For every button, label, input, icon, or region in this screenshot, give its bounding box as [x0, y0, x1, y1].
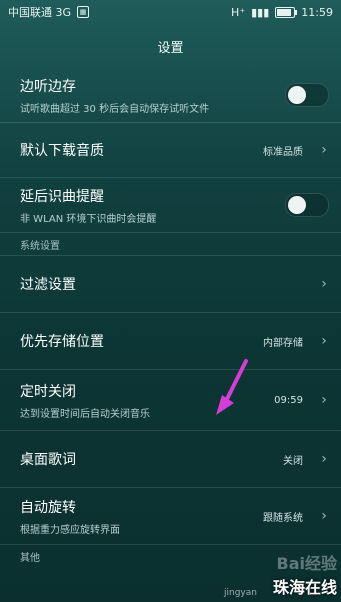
- chevron-right-icon: ›: [321, 508, 327, 524]
- setting-label: 延后识曲提醒: [20, 188, 104, 205]
- clock: 11:59: [301, 5, 333, 19]
- setting-label: 自动旋转: [20, 499, 76, 516]
- chevron-right-icon: ›: [321, 392, 327, 408]
- toggle-switch[interactable]: [285, 193, 329, 217]
- setting-description: 根据重力感应旋转界面: [20, 524, 120, 536]
- settings-list: 边听边存 试听歌曲超过 30 秒后会自动保存试听文件 默认下载音质 标准品质 ›…: [0, 68, 341, 567]
- setting-value: 关闭: [283, 455, 303, 467]
- setting-timer-off[interactable]: 定时关闭 达到设置时间后自动关闭音乐 09:59 ›: [0, 370, 341, 431]
- status-left: 中国联通 3G ▦: [8, 4, 90, 20]
- chevron-right-icon: ›: [321, 142, 327, 158]
- toggle-knob: [288, 86, 306, 104]
- watermark-brand: 珠海在线: [272, 578, 337, 597]
- setting-filter[interactable]: 过滤设置 ›: [0, 256, 341, 313]
- annotation-arrow: [216, 359, 248, 415]
- battery-icon: [275, 6, 298, 18]
- chevron-right-icon: ›: [321, 333, 327, 349]
- setting-value: 标准品质: [263, 146, 303, 158]
- status-right: H⁺ ▮▮▮ 11:59: [231, 6, 333, 19]
- setting-label: 定时关闭: [20, 383, 76, 400]
- sim-icon: ▦: [77, 6, 90, 18]
- setting-value: 内部存储: [263, 337, 303, 349]
- setting-trial-listen[interactable]: 边听边存 试听歌曲超过 30 秒后会自动保存试听文件: [0, 68, 341, 123]
- chevron-right-icon: ›: [321, 451, 327, 467]
- setting-label: 默认下载音质: [20, 143, 104, 159]
- section-header-system: 系统设置: [0, 233, 341, 256]
- setting-label: 过滤设置: [20, 277, 76, 293]
- signal-icon: ▮▮▮: [251, 5, 270, 19]
- watermark-sub: jingyan: [224, 588, 257, 598]
- setting-label: 边听边存: [20, 78, 76, 95]
- chevron-right-icon: ›: [321, 276, 327, 292]
- setting-description: 达到设置时间后自动关闭音乐: [20, 408, 150, 420]
- toggle-switch[interactable]: [285, 83, 329, 107]
- setting-label: 优先存储位置: [20, 334, 104, 350]
- carrier-label: 中国联通 3G: [8, 6, 72, 19]
- setting-default-download-quality[interactable]: 默认下载音质 标准品质 ›: [0, 123, 341, 178]
- setting-value: 跟随系统: [263, 512, 303, 524]
- toggle-knob: [288, 196, 306, 214]
- setting-delayed-recognition[interactable]: 延后识曲提醒 非 WLAN 环境下识曲时会提醒: [0, 178, 341, 233]
- watermark: Bai经验 珠海在线: [273, 550, 337, 598]
- setting-value: 09:59: [274, 394, 303, 406]
- setting-desktop-lyrics[interactable]: 桌面歌词 关闭 ›: [0, 431, 341, 488]
- setting-description: 非 WLAN 环境下识曲时会提醒: [20, 213, 157, 225]
- setting-auto-rotate[interactable]: 自动旋转 根据重力感应旋转界面 跟随系统 ›: [0, 488, 341, 545]
- watermark-logo: Bai经验: [276, 554, 337, 573]
- setting-storage-location[interactable]: 优先存储位置 内部存储 ›: [0, 313, 341, 370]
- setting-description: 试听歌曲超过 30 秒后会自动保存试听文件: [20, 103, 210, 115]
- status-bar: 中国联通 3G ▦ H⁺ ▮▮▮ 11:59: [0, 0, 341, 24]
- network-indicator: H⁺: [231, 5, 246, 19]
- page-title: 设置: [157, 40, 184, 56]
- setting-label: 桌面歌词: [20, 452, 76, 468]
